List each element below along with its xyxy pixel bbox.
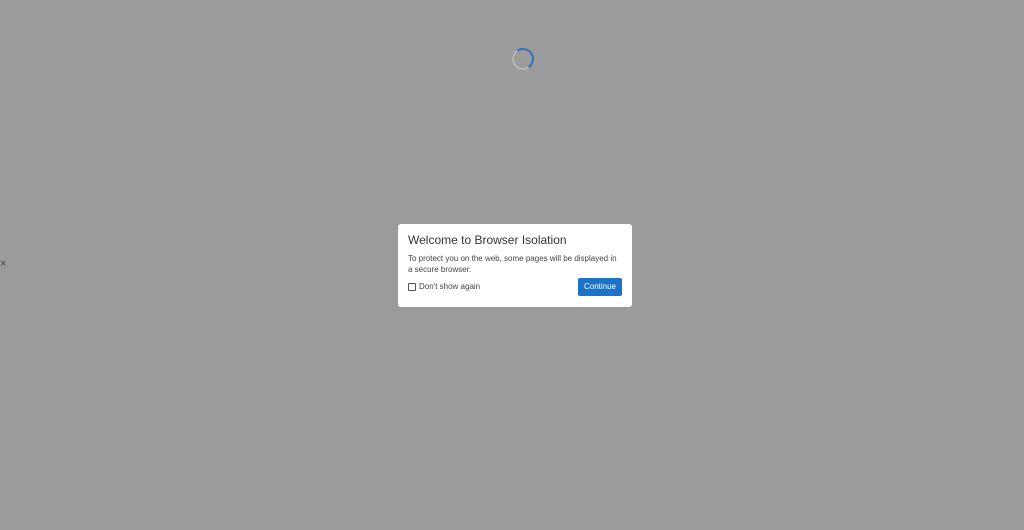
dont-show-again-option[interactable]: Don't show again <box>408 282 480 292</box>
dialog-title: Welcome to Browser Isolation <box>408 233 567 247</box>
dont-show-again-label[interactable]: Don't show again <box>419 282 480 292</box>
dont-show-again-checkbox[interactable] <box>408 283 416 291</box>
continue-button[interactable]: Continue <box>578 278 622 296</box>
dialog-footer: Don't show again Continue <box>408 278 622 296</box>
page-overlay: × Welcome to Browser Isolation To protec… <box>0 0 1024 530</box>
dialog-message: To protect you on the web, some pages wi… <box>408 254 617 274</box>
close-icon[interactable]: × <box>0 258 8 270</box>
spinner-icon <box>510 46 536 72</box>
welcome-dialog: Welcome to Browser Isolation To protect … <box>398 224 632 307</box>
